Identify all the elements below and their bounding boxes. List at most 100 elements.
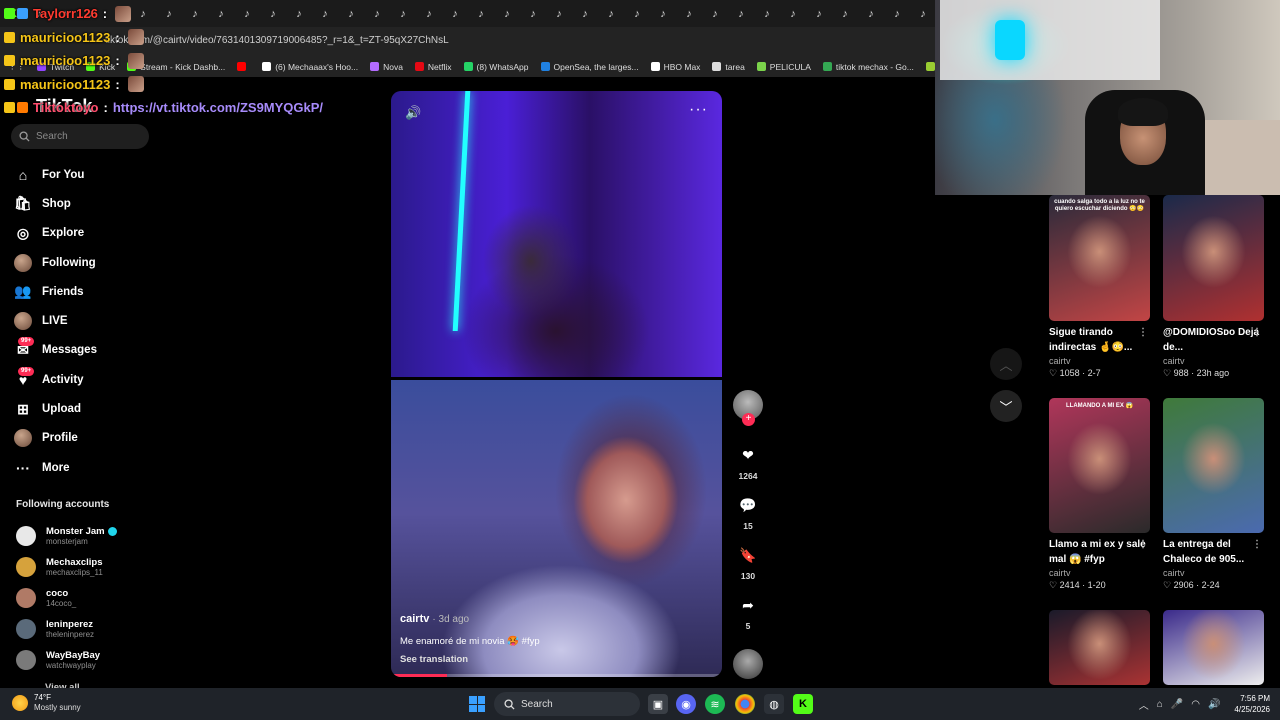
- grid-video-card[interactable]: [1163, 610, 1264, 685]
- tiktok-tab-icon[interactable]: ♪: [884, 0, 910, 27]
- sidebar-item-activity[interactable]: ♥ 99+ Activity: [14, 365, 194, 394]
- tiktok-tab-icon[interactable]: ♪: [650, 0, 676, 27]
- sidebar-item-messages[interactable]: ✉ 99+ Messages: [14, 336, 194, 365]
- chrome-icon[interactable]: [735, 694, 755, 714]
- volume-icon[interactable]: 🔊: [1208, 699, 1220, 710]
- video-progress-bar[interactable]: [391, 674, 722, 677]
- grid-video-card[interactable]: [1049, 610, 1150, 685]
- grid-video-author[interactable]: cairtv: [1049, 568, 1150, 578]
- tiktok-tab-icon[interactable]: ♪: [780, 0, 806, 27]
- tiktok-tab-icon[interactable]: ♪: [416, 0, 442, 27]
- sidebar-item-explore[interactable]: ◎ Explore: [14, 219, 194, 248]
- following-account[interactable]: WayBayBay watchwayplay: [16, 644, 176, 675]
- more-options-icon[interactable]: ⋮: [1138, 325, 1148, 340]
- tiktok-tab-icon[interactable]: ♪: [858, 0, 884, 27]
- sidebar-item-shop[interactable]: 🛍 Shop: [14, 189, 194, 218]
- grid-video-card[interactable]: cuando salga todo a la luz no te quiero …: [1049, 195, 1150, 379]
- grid-video-card[interactable]: LLAMANDO A MI EX 😱 Llamo a mi ex y sale m…: [1049, 398, 1150, 591]
- bookmark-item[interactable]: tarea: [712, 62, 745, 72]
- video-thumbnail[interactable]: LLAMANDO A MI EX 😱: [1049, 398, 1150, 533]
- windows-start-icon[interactable]: [469, 696, 485, 712]
- following-account[interactable]: Mechaxclips mechaxclips_11: [16, 552, 176, 583]
- grid-video-title[interactable]: Llamo a mi ex y sale mal 😱 #fyp: [1049, 539, 1146, 565]
- clock[interactable]: 7:56 PM 4/25/2026: [1234, 693, 1270, 715]
- tiktok-tab-icon[interactable]: ♪: [442, 0, 468, 27]
- creator-avatar[interactable]: +: [733, 390, 763, 426]
- sidebar-item-profile[interactable]: Profile: [14, 424, 194, 453]
- obs-icon[interactable]: ◍: [764, 694, 784, 714]
- like-heart-icon[interactable]: ❤: [735, 442, 761, 468]
- video-thumbnail[interactable]: [1049, 610, 1150, 685]
- music-disc-avatar[interactable]: [733, 649, 763, 679]
- bookmark-item[interactable]: Turn You: [925, 62, 935, 72]
- taskbar-search[interactable]: Search: [494, 692, 640, 716]
- video-thumbnail[interactable]: cuando salga todo a la luz no te quiero …: [1049, 195, 1150, 321]
- sidebar-item-following[interactable]: Following: [14, 248, 194, 277]
- more-options-icon[interactable]: ···: [689, 101, 708, 119]
- bookmark-item[interactable]: tiktok mechax - Go...: [822, 62, 914, 72]
- tiktok-tab-icon[interactable]: ♪: [754, 0, 780, 27]
- bookmark-item[interactable]: Netflix: [414, 62, 452, 72]
- more-options-icon[interactable]: ⋮: [1252, 537, 1262, 552]
- scroll-down-button[interactable]: ﹀: [990, 390, 1022, 422]
- more-options-icon[interactable]: ⋮: [1138, 537, 1148, 552]
- video-thumbnail[interactable]: [1163, 610, 1264, 685]
- follow-plus-icon[interactable]: +: [742, 413, 755, 426]
- tiktok-tab-icon[interactable]: ♪: [624, 0, 650, 27]
- tiktok-tab-icon[interactable]: ♪: [910, 0, 935, 27]
- tiktok-tab-icon[interactable]: ♪: [832, 0, 858, 27]
- sidebar-item-live[interactable]: LIVE: [14, 306, 194, 335]
- scroll-up-button[interactable]: ︿: [990, 348, 1022, 380]
- grid-video-author[interactable]: cairtv: [1163, 356, 1264, 366]
- wifi-icon[interactable]: ◠: [1191, 699, 1200, 710]
- share-icon[interactable]: ➦: [735, 592, 761, 618]
- tiktok-tab-icon[interactable]: ♪: [806, 0, 832, 27]
- grid-video-card[interactable]: @DOMIDIOSᴅᴏ Deja de... ⋮ cairtv ♡ 988 · 23h…: [1163, 195, 1264, 379]
- following-account[interactable]: leninperez theleninperez: [16, 613, 176, 644]
- video-thumbnail[interactable]: [1163, 195, 1264, 321]
- grid-video-card[interactable]: La entrega del Chaleco de 905... ⋮ cairtv ♡…: [1163, 398, 1264, 591]
- grid-video-title[interactable]: @DOMIDIOSᴅᴏ Deja de...: [1163, 327, 1259, 353]
- sidebar-item-more[interactable]: ··· More: [14, 453, 194, 482]
- task-view-icon[interactable]: ▣: [648, 694, 668, 714]
- sidebar-item-friends[interactable]: 👥 Friends: [14, 277, 194, 306]
- video-player[interactable]: 🔊 ··· cairtv · 3d ago Me enamoré de mi n…: [391, 91, 722, 677]
- sidebar-item-for-you[interactable]: ⌂ For You: [14, 160, 194, 189]
- grid-video-title[interactable]: La entrega del Chaleco de 905...: [1163, 539, 1244, 565]
- following-account[interactable]: Monster Jam monsterjam: [16, 521, 176, 552]
- comment-icon[interactable]: 💬: [735, 492, 761, 518]
- kick-icon[interactable]: K: [793, 694, 813, 714]
- tiktok-tab-icon[interactable]: ♪: [728, 0, 754, 27]
- more-options-icon[interactable]: ⋮: [1252, 325, 1262, 340]
- microphone-icon[interactable]: 🎤: [1171, 699, 1183, 710]
- tiktok-tab-icon[interactable]: ♪: [702, 0, 728, 27]
- spotify-icon[interactable]: ≋: [705, 694, 725, 714]
- following-account[interactable]: coco 14coco_: [16, 583, 176, 614]
- tiktok-tab-icon[interactable]: ♪: [598, 0, 624, 27]
- grid-video-author[interactable]: cairtv: [1049, 356, 1150, 366]
- volume-icon[interactable]: 🔊: [405, 105, 421, 121]
- grid-video-title[interactable]: Sigue tirando indirectas 🤞😳...: [1049, 327, 1132, 353]
- network-icon[interactable]: ⌂: [1157, 699, 1163, 710]
- tiktok-tab-icon[interactable]: ♪: [572, 0, 598, 27]
- tiktok-tab-icon[interactable]: ♪: [676, 0, 702, 27]
- bookmark-item[interactable]: HBO Max: [650, 62, 700, 72]
- bookmark-icon[interactable]: 🔖: [735, 542, 761, 568]
- tiktok-tab-icon[interactable]: ♪: [520, 0, 546, 27]
- tiktok-tab-icon[interactable]: ♪: [546, 0, 572, 27]
- grid-video-author[interactable]: cairtv: [1163, 568, 1264, 578]
- bookmark-item[interactable]: OpenSea, the larges...: [540, 62, 639, 72]
- weather-widget[interactable]: 74°F Mostly sunny: [12, 693, 81, 713]
- sidebar-item-upload[interactable]: ⊞ Upload: [14, 394, 194, 423]
- chevron-up-icon[interactable]: ︿: [1139, 697, 1149, 712]
- see-translation-link[interactable]: See translation: [400, 654, 468, 665]
- bookmark-item[interactable]: (8) WhatsApp: [463, 62, 529, 72]
- search-input[interactable]: Search: [11, 124, 149, 149]
- tiktok-tab-icon[interactable]: ♪: [494, 0, 520, 27]
- discord-icon[interactable]: ◉: [676, 694, 696, 714]
- bookmark-item[interactable]: PELICULA: [756, 62, 811, 72]
- video-author-name[interactable]: cairtv: [400, 613, 429, 625]
- video-thumbnail[interactable]: [1163, 398, 1264, 533]
- chat-link[interactable]: https://vt.tiktok.com/ZS9MYQGkP/: [113, 96, 323, 120]
- tiktok-tab-icon[interactable]: ♪: [468, 0, 494, 27]
